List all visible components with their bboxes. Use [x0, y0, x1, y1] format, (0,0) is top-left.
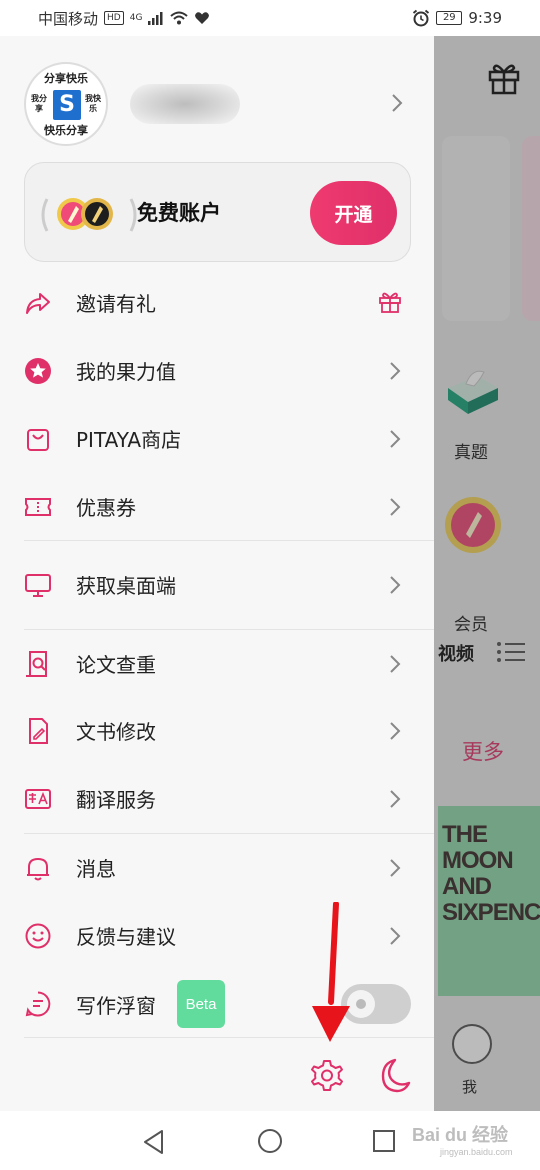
status-right: 29 9:39: [412, 9, 502, 27]
background-shade: [434, 36, 540, 1111]
annotation-arrow: [312, 902, 350, 1042]
menu-label: 我的果力值: [76, 360, 176, 384]
avatar-right-text: 我快乐: [85, 94, 101, 113]
chevron-right-icon: [392, 94, 403, 112]
menu-item-translation[interactable]: 翻译服务: [0, 768, 434, 828]
activate-button[interactable]: 开通: [310, 181, 397, 245]
avatar-left-text: 我分享: [31, 94, 47, 113]
system-nav-bar: Bai du 经验 jingyan.baidu.com: [0, 1111, 540, 1170]
gear-icon[interactable]: [308, 1057, 346, 1095]
menu-item-plagiarism-check[interactable]: 论文查重: [0, 633, 434, 693]
account-card[interactable]: 免费账户 开通: [24, 162, 411, 262]
divider: [24, 629, 434, 630]
chevron-right-icon: [390, 655, 401, 673]
wifi-icon: [170, 11, 189, 25]
chevron-right-icon: [390, 498, 401, 516]
shopping-bag-icon: [27, 429, 49, 451]
watermark-url: jingyan.baidu.com: [440, 1147, 513, 1157]
avatar-top-text: 分享快乐: [44, 72, 88, 85]
chevron-right-icon: [390, 790, 401, 808]
avatar[interactable]: 分享快乐 我分享 S 我快乐 快乐分享: [24, 62, 108, 146]
status-bar: 中国移动 HD 4G 29 9:39: [0, 0, 540, 36]
avatar-logo: S: [53, 90, 81, 120]
blurred-username: [130, 84, 240, 124]
menu-label: 文书修改: [76, 720, 156, 744]
document-edit-icon: [29, 718, 48, 744]
moon-icon[interactable]: [375, 1057, 411, 1095]
star-circle-icon: [25, 358, 51, 384]
menu-label: 优惠券: [76, 496, 136, 520]
chevron-right-icon: [390, 927, 401, 945]
divider: [24, 1037, 434, 1038]
alarm-icon: [413, 9, 430, 27]
chevron-right-icon: [390, 859, 401, 877]
account-title: 免费账户: [137, 201, 221, 225]
chevron-right-icon: [390, 362, 401, 380]
menu-label: PITAYA商店: [76, 428, 182, 452]
hd-badge: HD: [104, 11, 124, 25]
menu-item-coupons[interactable]: 优惠券: [0, 476, 434, 536]
menu-label: 反馈与建议: [76, 925, 176, 949]
document-search-icon: [26, 651, 47, 677]
smile-icon: [25, 923, 51, 949]
signal-icon: [148, 12, 163, 25]
avatar-bottom-text: 快乐分享: [44, 124, 88, 137]
beta-badge: Beta: [177, 980, 225, 1028]
bell-icon: [27, 857, 49, 881]
ticket-icon: [25, 498, 51, 516]
clock-label: 9:39: [468, 9, 502, 27]
menu-label: 翻译服务: [76, 788, 156, 812]
watermark-logo: Bai du 经验: [412, 1125, 509, 1145]
chevron-right-icon: [390, 430, 401, 448]
recent-apps-icon[interactable]: [372, 1129, 396, 1153]
gift-icon: [379, 292, 401, 313]
divider: [24, 833, 434, 834]
menu-item-points[interactable]: 我的果力值: [0, 340, 434, 400]
network-label: 4G: [129, 13, 143, 23]
menu-item-messages[interactable]: 消息: [0, 837, 434, 897]
share-arrow-icon: [26, 293, 50, 314]
menu-label: 获取桌面端: [76, 574, 176, 598]
menu-label: 消息: [76, 857, 116, 881]
chat-window-icon: [25, 991, 51, 1017]
home-icon[interactable]: [257, 1128, 283, 1154]
battery-icon: 29: [436, 11, 463, 25]
side-drawer: 分享快乐 我分享 S 我快乐 快乐分享 免费账户 开通 邀请有礼 我的果力值 P…: [0, 36, 434, 1111]
heart-icon: [195, 12, 210, 24]
menu-item-invite[interactable]: 邀请有礼: [0, 272, 434, 332]
status-left: 中国移动 HD 4G: [38, 8, 210, 29]
menu-label: 写作浮窗: [76, 994, 156, 1018]
profile-header[interactable]: 分享快乐 我分享 S 我快乐 快乐分享: [24, 62, 414, 146]
background-app[interactable]: 真题 会员 视频 更多 THE MOON AND SIXPENCE 我: [434, 36, 540, 1111]
divider: [24, 540, 434, 541]
carrier-label: 中国移动: [38, 9, 99, 28]
monitor-icon: [25, 574, 51, 597]
menu-item-desktop[interactable]: 获取桌面端: [0, 554, 434, 614]
menu-item-document-edit[interactable]: 文书修改: [0, 700, 434, 760]
chevron-right-icon: [390, 722, 401, 740]
chevron-right-icon: [390, 576, 401, 594]
back-icon[interactable]: [142, 1129, 166, 1155]
menu-label: 邀请有礼: [76, 292, 156, 316]
translate-icon: [25, 789, 51, 809]
menu-label: 论文查重: [76, 653, 156, 677]
menu-item-feedback[interactable]: 反馈与建议: [0, 905, 434, 965]
menu-item-shop[interactable]: PITAYA商店: [0, 408, 434, 468]
membership-medals-icon: [41, 198, 137, 232]
